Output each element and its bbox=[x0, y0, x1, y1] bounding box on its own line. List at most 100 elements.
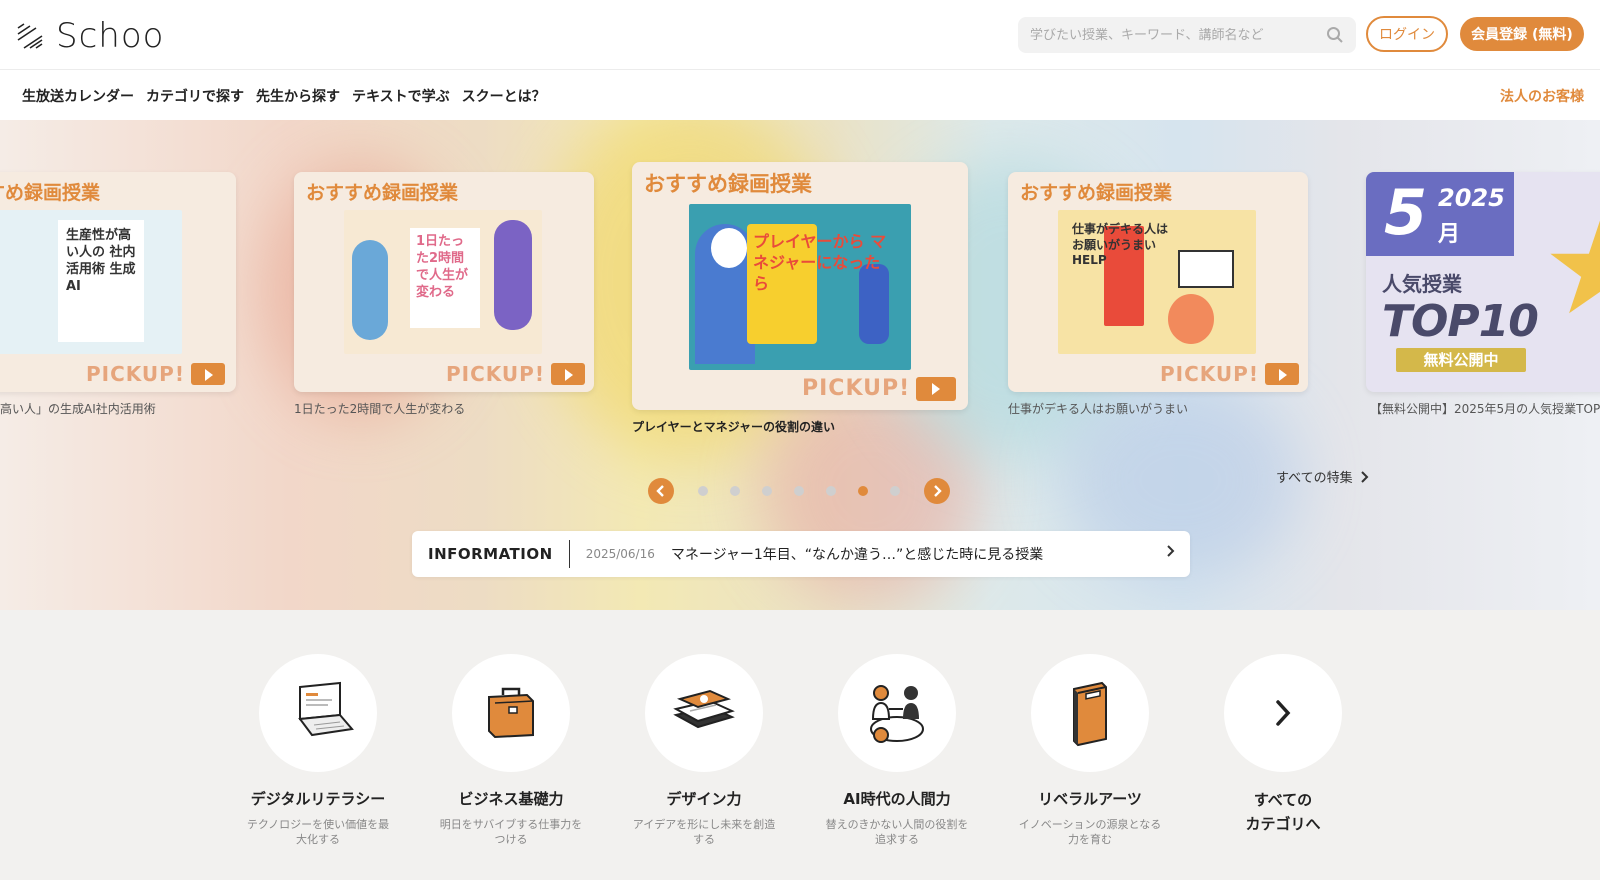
card-caption-active[interactable]: プレイヤーとマネジャーの役割の違い bbox=[632, 418, 835, 435]
nav-browse-teacher[interactable]: 先生から探す bbox=[256, 86, 340, 106]
category-title: ビジネス基礎力 bbox=[458, 790, 564, 808]
card-caption[interactable]: 仕事がデキる人はお願いがうまい bbox=[1008, 400, 1188, 417]
category-title: すべての カテゴリへ bbox=[1245, 791, 1321, 833]
chevron-right-icon bbox=[1276, 700, 1291, 726]
play-icon bbox=[190, 363, 225, 385]
category-title: AI時代の人間力 bbox=[843, 790, 951, 808]
site-header: Schoo ログイン 会員登録 (無料) bbox=[0, 0, 1600, 70]
search-input[interactable] bbox=[1030, 27, 1320, 43]
category-desc: 替えのきかない人間の役割を追求する bbox=[825, 818, 969, 847]
category-desc: アイデアを形にし未来を創造する bbox=[632, 818, 776, 847]
nav-live-calendar[interactable]: 生放送カレンダー bbox=[22, 86, 134, 106]
carousel-card[interactable]: おすすめ録画授業 仕事がデキる人は お願いがうまい HELP PICKUP! bbox=[1008, 172, 1308, 392]
card-art-text: 1日たった2時間で人生が変わる bbox=[416, 234, 469, 300]
carousel-dot[interactable] bbox=[698, 486, 708, 496]
design-tools-icon bbox=[673, 689, 735, 729]
carousel-controls bbox=[648, 478, 950, 504]
ranking-line1: 人気授業 bbox=[1382, 272, 1462, 296]
ranking-badge: 無料公開中 bbox=[1396, 348, 1526, 372]
card-art-text: 仕事がデキる人は お願いがうまい HELP bbox=[1072, 222, 1169, 268]
category-desc: テクノロジーを使い価値を最大化する bbox=[246, 818, 390, 847]
category-title: リベラルアーツ bbox=[1038, 790, 1142, 808]
carousel-card-active[interactable]: おすすめ録画授業 プレイヤーから マネジャーになったら PICKUP! bbox=[632, 162, 968, 410]
category-design[interactable]: デザイン力 アイデアを形にし未来を創造する bbox=[624, 654, 784, 848]
card-caption[interactable]: 【無料公開中】2025年5月の人気授業TOP bbox=[1370, 400, 1600, 417]
nav-learn-text[interactable]: テキストで学ぶ bbox=[352, 86, 450, 106]
carousel-dot[interactable] bbox=[762, 486, 772, 496]
category-section: デジタルリテラシー テクノロジーを使い価値を最大化する ビジネス基礎力 明日をサ… bbox=[0, 610, 1600, 880]
main-nav: 生放送カレンダー カテゴリで探す 先生から探す テキストで学ぶ スクーとは？ 法… bbox=[0, 70, 1600, 120]
category-icon-circle bbox=[1031, 654, 1149, 772]
category-icon-circle bbox=[452, 654, 570, 772]
carousel-dot[interactable] bbox=[730, 486, 740, 496]
card-caption[interactable]: 1日たった2時間で人生が変わる bbox=[294, 400, 465, 417]
carousel-dot[interactable] bbox=[794, 486, 804, 496]
category-desc: イノベーションの源泉となる力を育む bbox=[1018, 818, 1162, 847]
play-icon bbox=[916, 376, 957, 401]
carousel-card[interactable]: おすすめ録画授業 生産性が高い人の 社内活用術 生成AI PICKUP! bbox=[0, 172, 236, 392]
card-heading: おすすめ録画授業 bbox=[306, 182, 459, 204]
logo[interactable]: Schoo bbox=[16, 16, 164, 56]
category-business-basics[interactable]: ビジネス基礎力 明日をサバイブする仕事力をつける bbox=[431, 654, 591, 848]
search-icon[interactable] bbox=[1326, 26, 1344, 44]
briefcase-icon bbox=[488, 687, 534, 739]
logo-text: Schoo bbox=[56, 16, 165, 56]
carousel-dots bbox=[698, 486, 900, 496]
category-liberal-arts[interactable]: リベラルアーツ イノベーションの源泉となる力を育む bbox=[1010, 654, 1170, 848]
carousel-card-ranking[interactable]: 5 2025 月 人気授業 TOP10 無料公開中 bbox=[1366, 172, 1600, 392]
people-icon bbox=[870, 685, 924, 743]
information-date: 2025/06/16 bbox=[585, 547, 655, 561]
pickup-label: PICKUP! bbox=[86, 362, 225, 386]
carousel-next-button[interactable] bbox=[924, 478, 950, 504]
category-icon-circle bbox=[645, 654, 763, 772]
category-title: デザイン力 bbox=[666, 790, 742, 808]
card-art-text: プレイヤーから マネジャーになったら bbox=[753, 232, 887, 293]
category-all[interactable]: すべての カテゴリへ bbox=[1203, 654, 1363, 836]
hero-carousel: おすすめ録画授業 生産性が高い人の 社内活用術 生成AI PICKUP! 高い人… bbox=[0, 120, 1600, 610]
card-heading: おすすめ録画授業 bbox=[644, 172, 812, 196]
information-text: マネージャー1年目、“なんか違う…”と感じた時に見る授業 bbox=[670, 547, 1044, 563]
play-icon bbox=[1264, 363, 1299, 385]
star-icon bbox=[1550, 220, 1600, 314]
ranking-month-unit: 月 bbox=[1438, 222, 1461, 247]
information-bar[interactable]: INFORMATION 2025/06/16 マネージャー1年目、“なんか違う…… bbox=[412, 531, 1190, 577]
pickup-label: PICKUP! bbox=[1160, 362, 1299, 386]
all-features-link[interactable]: すべての特集 bbox=[1276, 467, 1369, 486]
chevron-left-icon bbox=[656, 485, 664, 497]
carousel-dot[interactable] bbox=[890, 486, 900, 496]
nav-about-schoo[interactable]: スクーとは？ bbox=[462, 86, 546, 106]
category-icon-circle bbox=[1224, 654, 1342, 772]
category-icon-circle bbox=[838, 654, 956, 772]
divider bbox=[568, 540, 570, 568]
all-features-label: すべての特集 bbox=[1276, 471, 1353, 486]
chevron-right-icon bbox=[1167, 545, 1175, 557]
nav-corporate[interactable]: 法人のお客様 bbox=[1500, 86, 1584, 106]
chevron-right-icon bbox=[934, 485, 942, 497]
ranking-month: 5 bbox=[1384, 176, 1428, 249]
laptop-icon bbox=[298, 681, 354, 737]
category-title: デジタルリテラシー bbox=[250, 790, 386, 808]
carousel-card[interactable]: おすすめ録画授業 1日たった2時間で人生が変わる PICKUP! bbox=[294, 172, 594, 392]
carousel-dot-active[interactable] bbox=[858, 486, 868, 496]
card-thumbnail: プレイヤーから マネジャーになったら bbox=[689, 204, 911, 370]
carousel-prev-button[interactable] bbox=[648, 478, 674, 504]
schoo-logo-icon bbox=[17, 23, 43, 49]
card-thumbnail: 生産性が高い人の 社内活用術 生成AI bbox=[0, 210, 182, 354]
card-art-text: 生産性が高い人の 社内活用術 生成AI bbox=[66, 228, 136, 294]
login-button[interactable]: ログイン bbox=[1366, 16, 1448, 52]
nav-browse-category[interactable]: カテゴリで探す bbox=[146, 86, 244, 106]
card-caption[interactable]: 高い人」の生成AI社内活用術 bbox=[0, 400, 156, 417]
carousel-dot[interactable] bbox=[826, 486, 836, 496]
card-thumbnail: 仕事がデキる人は お願いがうまい HELP bbox=[1058, 210, 1256, 354]
ranking-year: 2025 bbox=[1438, 184, 1505, 212]
information-label: INFORMATION bbox=[428, 545, 553, 563]
card-heading: おすすめ録画授業 bbox=[1020, 182, 1173, 204]
play-icon bbox=[550, 363, 585, 385]
category-digital-literacy[interactable]: デジタルリテラシー テクノロジーを使い価値を最大化する bbox=[238, 654, 398, 848]
pickup-label: PICKUP! bbox=[802, 376, 957, 401]
category-desc: 明日をサバイブする仕事力をつける bbox=[439, 818, 583, 847]
search-box[interactable] bbox=[1018, 17, 1356, 53]
category-ai-human[interactable]: AI時代の人間力 替えのきかない人間の役割を追求する bbox=[817, 654, 977, 848]
ranking-line2: TOP10 bbox=[1382, 296, 1539, 347]
register-button[interactable]: 会員登録 (無料) bbox=[1460, 17, 1584, 51]
